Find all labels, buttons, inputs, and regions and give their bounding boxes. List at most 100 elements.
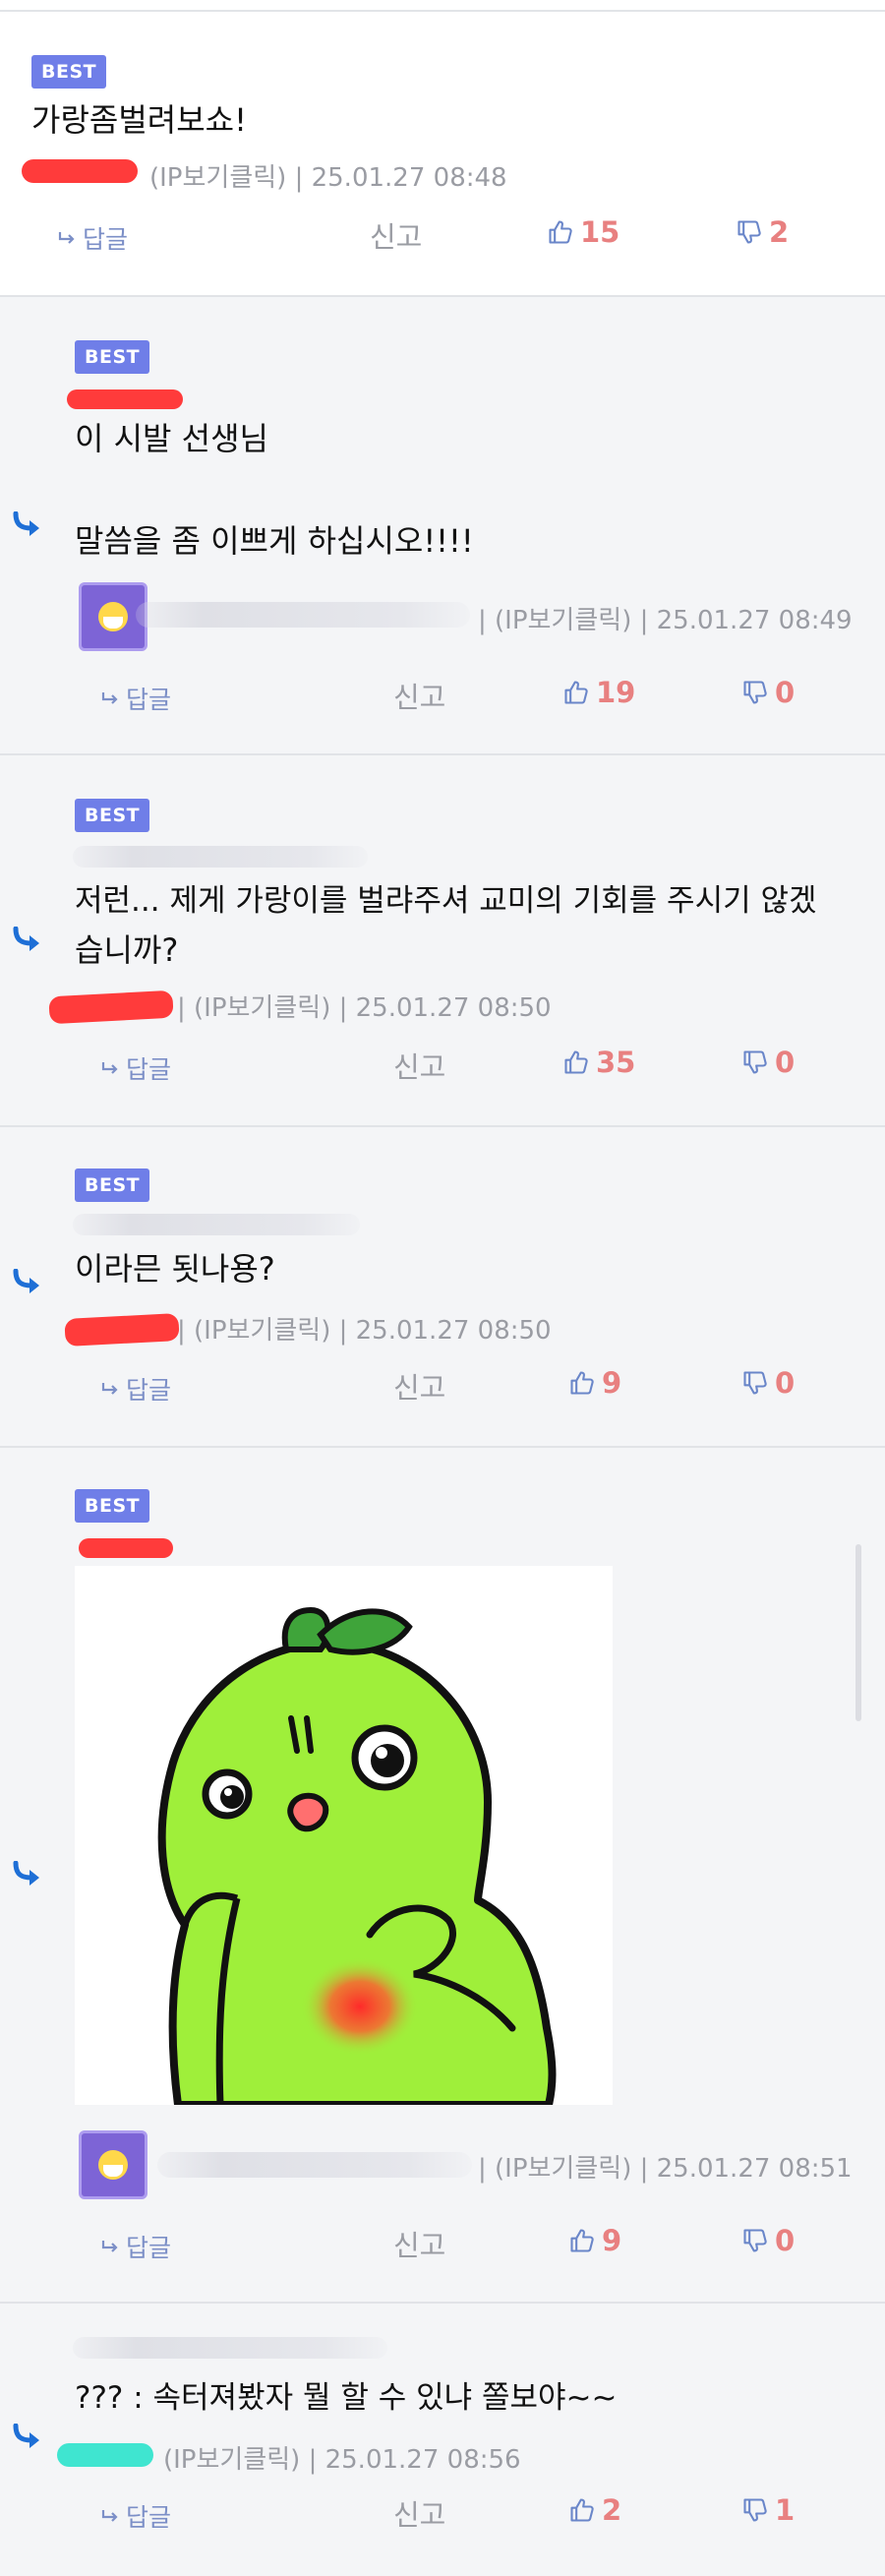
- reply-arrow-icon: [13, 2424, 39, 2448]
- redacted-username: [73, 1214, 360, 1235]
- redacted-username: [64, 1312, 180, 1348]
- comment-item: BEST 이 시발 선생님 말씀을 좀 이쁘게 하십시오!!!! | (IP보기…: [0, 297, 885, 755]
- thumbs-up-icon: [570, 2229, 594, 2252]
- avatar[interactable]: [79, 2130, 148, 2199]
- reply-small-icon: [101, 1383, 118, 1395]
- upvote-count: 19: [596, 676, 636, 709]
- downvote-count: 2: [769, 215, 790, 249]
- upvote-count: 15: [580, 215, 620, 249]
- upvote-count: 35: [596, 1046, 636, 1079]
- report-button[interactable]: 신고: [393, 1045, 445, 1086]
- upvote-button[interactable]: 35: [562, 1046, 635, 1079]
- thumbs-down-icon: [743, 1371, 767, 1395]
- comment-text: 가랑좀벌려보쇼!: [31, 101, 247, 139]
- report-button[interactable]: 신고: [393, 2492, 445, 2534]
- upvote-count: 9: [602, 1366, 622, 1400]
- best-badge: BEST: [75, 1168, 150, 1202]
- thumbs-down-icon: [738, 220, 761, 244]
- redacted-username: [73, 2337, 387, 2359]
- thumbs-up-icon: [564, 681, 588, 704]
- reply-button[interactable]: 답글: [100, 2498, 171, 2534]
- downvote-button[interactable]: 0: [741, 1366, 795, 1400]
- redacted-username: [79, 1538, 173, 1558]
- redacted-username: [136, 602, 470, 628]
- downvote-button[interactable]: 2: [736, 215, 789, 249]
- reply-button[interactable]: 답글: [100, 2229, 171, 2264]
- reply-button[interactable]: 답글: [100, 1050, 171, 1086]
- comment-meta: | (IP보기클릭) | 25.01.27 08:49: [478, 606, 853, 635]
- reply-label: 답글: [83, 225, 129, 254]
- comment-meta: (IP보기클릭) | 25.01.27 08:56: [163, 2445, 521, 2475]
- report-button[interactable]: 신고: [393, 675, 445, 716]
- downvote-button[interactable]: 0: [741, 2224, 795, 2257]
- comment-item: BEST 가랑좀벌려보쇼! (IP보기클릭) | 25.01.27 08:48 …: [0, 12, 885, 297]
- reply-small-icon: [101, 692, 118, 704]
- comment-meta: (IP보기클릭) | 25.01.27 08:48: [149, 163, 507, 193]
- reply-arrow-icon: [13, 511, 39, 536]
- reply-small-icon: [101, 1062, 118, 1074]
- comment-text: ??? : 속터져봤자 뭘 할 수 있냐 쫄보야~~: [75, 2380, 618, 2416]
- comment-meta: | (IP보기클릭) | 25.01.27 08:51: [478, 2154, 853, 2184]
- comment-text-line1: 저런... 제게 가랑이를 벌랴주셔 교미의 기회를 주시기 않겠: [75, 883, 817, 919]
- redacted-username: [22, 159, 138, 183]
- reply-button[interactable]: 답글: [100, 681, 171, 716]
- thumbs-up-icon: [570, 2498, 594, 2522]
- comment-text-line2: 습니까?: [75, 931, 179, 969]
- reply-arrow-icon: [13, 1269, 39, 1293]
- reply-label: 답글: [126, 1055, 172, 1084]
- thumbs-down-icon: [743, 1050, 767, 1074]
- upvote-count: 2: [602, 2493, 622, 2527]
- upvote-button[interactable]: 9: [568, 1366, 621, 1400]
- comment-text: 이라믄 됫나용?: [75, 1250, 275, 1288]
- best-badge: BEST: [75, 340, 150, 374]
- report-button[interactable]: 신고: [370, 214, 422, 256]
- avatar-character-icon: [98, 602, 128, 631]
- redacted-username: [73, 846, 368, 868]
- scrollbar[interactable]: [856, 1544, 861, 1721]
- green-character-sticker: [157, 1606, 557, 2105]
- report-button[interactable]: 신고: [393, 1365, 445, 1407]
- downvote-count: 0: [775, 1366, 796, 1400]
- thumbs-up-icon: [564, 1050, 588, 1074]
- upvote-button[interactable]: 9: [568, 2224, 621, 2257]
- report-button[interactable]: 신고: [393, 2223, 445, 2264]
- reply-arrow-icon: [13, 927, 39, 951]
- reply-label: 답글: [126, 1376, 172, 1405]
- reply-button[interactable]: 답글: [57, 220, 128, 256]
- avatar-character-icon: [98, 2150, 128, 2180]
- comment-meta: | (IP보기클릭) | 25.01.27 08:50: [177, 993, 552, 1023]
- downvote-button[interactable]: 1: [741, 2493, 795, 2527]
- downvote-button[interactable]: 0: [741, 1046, 795, 1079]
- comment-text-line1: 이 시발 선생님: [75, 420, 268, 457]
- best-badge: BEST: [75, 799, 150, 832]
- redacted-username: [48, 989, 174, 1025]
- reply-arrow-icon: [13, 1861, 39, 1886]
- thumbs-down-icon: [743, 2229, 767, 2252]
- best-badge: BEST: [31, 55, 107, 89]
- upvote-button[interactable]: 15: [547, 215, 620, 249]
- reply-label: 답글: [126, 686, 172, 714]
- upvote-count: 9: [602, 2224, 622, 2257]
- comment-item: ??? : 속터져봤자 뭘 할 수 있냐 쫄보야~~ (IP보기클릭) | 25…: [0, 2304, 885, 2576]
- best-badge: BEST: [75, 1489, 150, 1523]
- downvote-count: 0: [775, 1046, 796, 1079]
- top-divider: [0, 0, 885, 12]
- reply-small-icon: [101, 2510, 118, 2522]
- comment-item: BEST 이라믄 됫나용? | (IP보기클릭) | 25.01.27 08:5…: [0, 1127, 885, 1448]
- reply-button[interactable]: 답글: [100, 1371, 171, 1407]
- downvote-count: 0: [775, 676, 796, 709]
- sticker-image[interactable]: [75, 1566, 613, 2105]
- redacted-username: [57, 2443, 153, 2467]
- downvote-count: 1: [775, 2493, 796, 2527]
- reply-small-icon: [58, 232, 75, 244]
- thumbs-down-icon: [743, 2498, 767, 2522]
- thumbs-up-icon: [549, 220, 572, 244]
- redacted-username: [157, 2152, 472, 2178]
- redacted-username: [67, 389, 183, 409]
- thumbs-down-icon: [743, 681, 767, 704]
- upvote-button[interactable]: 2: [568, 2493, 621, 2527]
- comment-meta: | (IP보기클릭) | 25.01.27 08:50: [177, 1316, 552, 1346]
- downvote-button[interactable]: 0: [741, 676, 795, 709]
- upvote-button[interactable]: 19: [562, 676, 635, 709]
- comment-item: BEST 저런... 제게 가랑이를 벌랴주셔 교미의 기회를 주시기 않겠 습…: [0, 755, 885, 1127]
